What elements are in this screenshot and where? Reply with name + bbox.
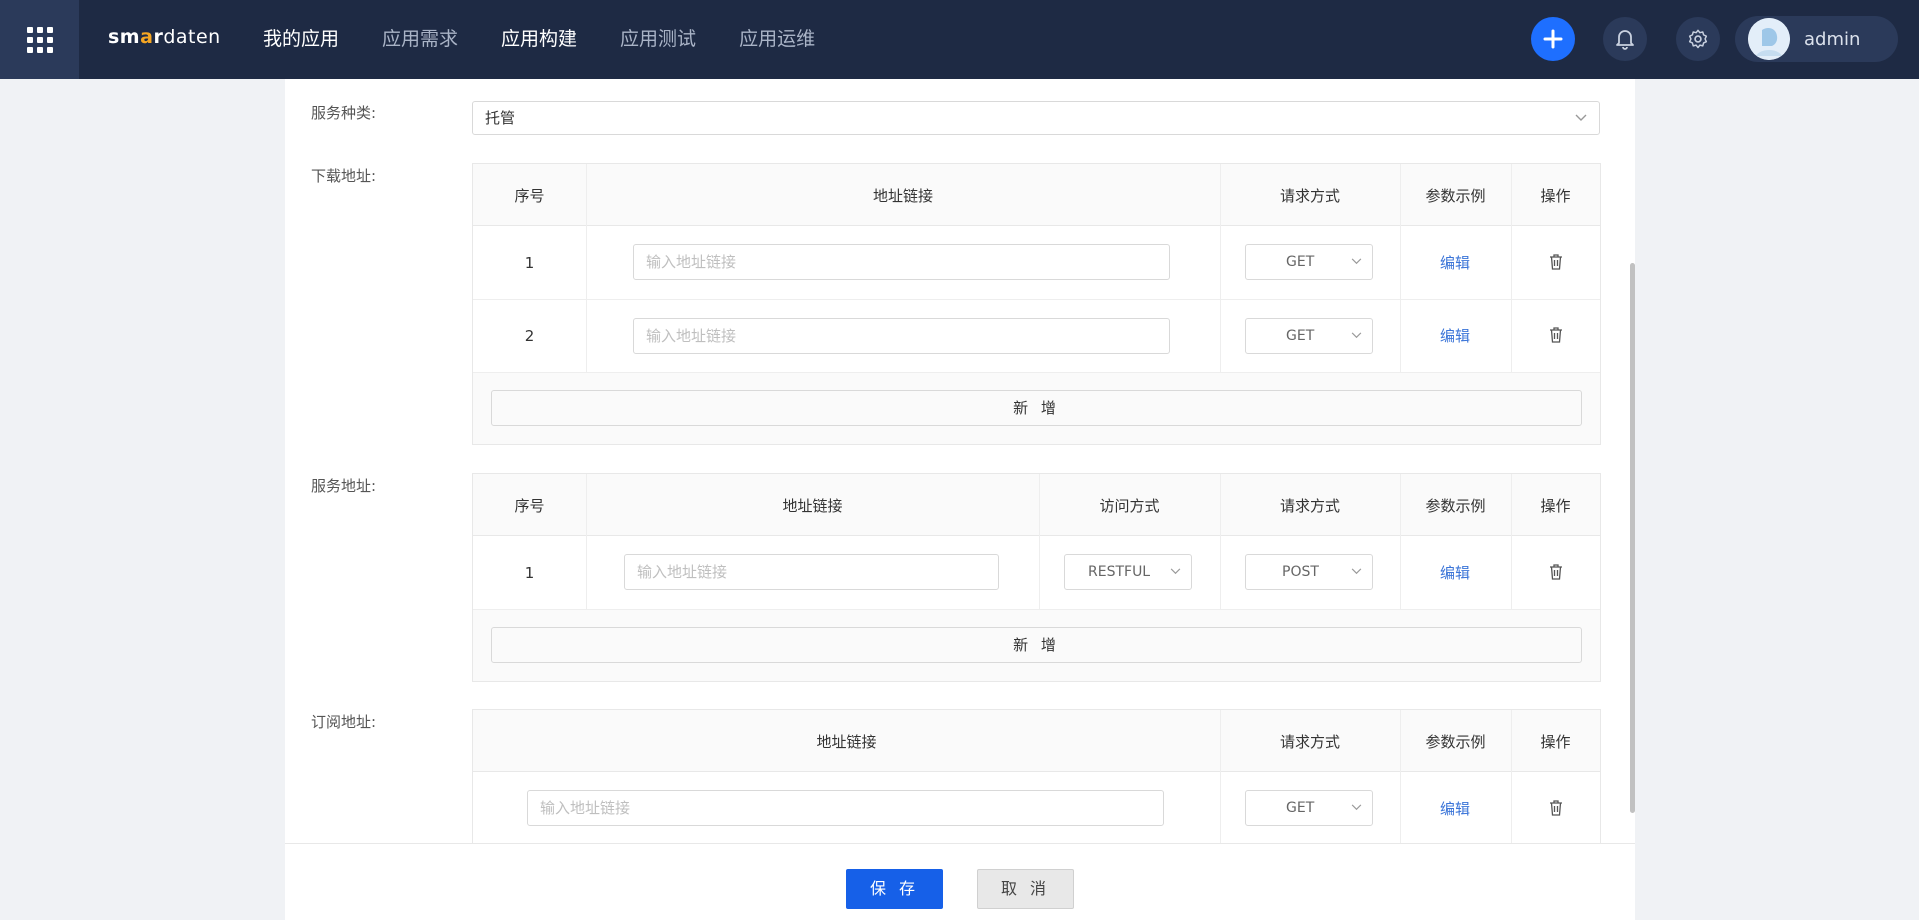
chevron-down-icon — [1351, 568, 1362, 575]
method-value: POST — [1282, 564, 1319, 580]
user-menu[interactable]: admin — [1735, 16, 1898, 62]
url-input[interactable]: 输入地址链接 — [633, 244, 1170, 280]
col-header-method: 请求方式 — [1279, 732, 1340, 751]
row-index: 1 — [524, 253, 535, 272]
trash-icon[interactable] — [1549, 800, 1563, 816]
method-value: GET — [1286, 800, 1315, 816]
method-select[interactable]: GET — [1245, 318, 1373, 354]
col-header-actions: 操作 — [1540, 186, 1571, 205]
nav-app-build[interactable]: 应用构建 — [501, 0, 577, 79]
notifications-button[interactable] — [1603, 17, 1647, 61]
edit-params-link[interactable]: 编辑 — [1440, 798, 1470, 819]
method-select[interactable]: POST — [1245, 554, 1373, 590]
chevron-down-icon — [1351, 258, 1362, 265]
subscribe-address-table: 地址链接 请求方式 参数示例 操作 输入地址链接 GET 编辑 — [472, 709, 1601, 844]
vertical-scrollbar[interactable] — [1630, 263, 1635, 813]
nav-app-ops[interactable]: 应用运维 — [739, 0, 815, 79]
col-header-actions: 操作 — [1540, 732, 1571, 751]
nav-app-testing[interactable]: 应用测试 — [620, 0, 696, 79]
col-header-actions: 操作 — [1540, 496, 1571, 515]
edit-params-link[interactable]: 编辑 — [1440, 562, 1470, 583]
add-download-row-button[interactable]: 新 增 — [491, 390, 1582, 426]
method-select[interactable]: GET — [1245, 244, 1373, 280]
settings-button[interactable] — [1676, 17, 1720, 61]
trash-icon[interactable] — [1549, 327, 1563, 343]
col-header-index: 序号 — [514, 496, 545, 515]
service-address-table: 序号 地址链接 访问方式 请求方式 参数示例 操作 1 输入地址链接 RESTF… — [472, 473, 1601, 682]
service-address-label: 服务地址: — [311, 477, 377, 495]
edit-params-link[interactable]: 编辑 — [1440, 325, 1470, 346]
footer-divider — [285, 843, 1635, 844]
top-navigation-bar: smardaten 我的应用 应用需求 应用构建 应用测试 应用运维 admin — [0, 0, 1919, 79]
col-header-index: 序号 — [514, 186, 545, 205]
url-input[interactable]: 输入地址链接 — [633, 318, 1170, 354]
nav-app-requirements[interactable]: 应用需求 — [382, 0, 458, 79]
col-header-url: 地址链接 — [782, 496, 843, 515]
main-nav: 我的应用 应用需求 应用构建 应用测试 应用运维 — [263, 0, 858, 79]
url-input[interactable]: 输入地址链接 — [527, 790, 1164, 826]
col-header-method: 请求方式 — [1279, 496, 1340, 515]
col-header-access: 访问方式 — [1099, 496, 1160, 515]
add-service-row-button[interactable]: 新 增 — [491, 627, 1582, 663]
col-header-method: 请求方式 — [1279, 186, 1340, 205]
bell-icon — [1616, 30, 1634, 50]
trash-icon[interactable] — [1549, 254, 1563, 270]
subscribe-address-label: 订阅地址: — [311, 713, 377, 731]
avatar — [1748, 18, 1790, 60]
user-name: admin — [1804, 28, 1861, 50]
url-input[interactable]: 输入地址链接 — [624, 554, 999, 590]
download-address-label: 下载地址: — [311, 167, 377, 185]
chevron-down-icon — [1351, 332, 1362, 339]
cancel-button[interactable]: 取 消 — [977, 869, 1074, 909]
add-row-area: 新 增 — [473, 373, 1600, 444]
col-header-url: 地址链接 — [816, 732, 877, 751]
service-type-value: 托管 — [485, 109, 516, 127]
nav-my-apps[interactable]: 我的应用 — [263, 0, 339, 79]
service-type-label: 服务种类: — [311, 104, 377, 122]
save-button[interactable]: 保 存 — [846, 869, 943, 909]
download-address-table: 序号 地址链接 请求方式 参数示例 操作 1 输入地址链接 GET 编辑 2 输… — [472, 163, 1601, 445]
method-select[interactable]: GET — [1245, 790, 1373, 826]
plus-icon — [1543, 29, 1563, 49]
app-grid-icon[interactable] — [0, 0, 79, 79]
add-button[interactable] — [1531, 17, 1575, 61]
col-header-url: 地址链接 — [872, 186, 933, 205]
chevron-down-icon — [1351, 804, 1362, 811]
access-select[interactable]: RESTFUL — [1064, 554, 1192, 590]
add-row-area: 新 增 — [473, 610, 1600, 681]
trash-icon[interactable] — [1549, 564, 1563, 580]
row-index: 2 — [524, 326, 535, 345]
row-index: 1 — [524, 563, 535, 582]
access-value: RESTFUL — [1088, 564, 1151, 580]
chevron-down-icon — [1575, 114, 1587, 121]
col-header-params: 参数示例 — [1425, 732, 1486, 751]
method-value: GET — [1286, 328, 1315, 344]
method-value: GET — [1286, 254, 1315, 270]
chevron-down-icon — [1170, 568, 1181, 575]
gear-icon — [1688, 29, 1708, 49]
smardaten-logo: smardaten — [108, 26, 221, 48]
col-header-params: 参数示例 — [1425, 186, 1486, 205]
service-form-card: 服务种类: 托管 下载地址: 序号 地址链接 请求方式 参数示例 操作 1 输入… — [285, 79, 1635, 920]
service-type-select[interactable]: 托管 — [472, 101, 1600, 135]
col-header-params: 参数示例 — [1425, 496, 1486, 515]
edit-params-link[interactable]: 编辑 — [1440, 252, 1470, 273]
